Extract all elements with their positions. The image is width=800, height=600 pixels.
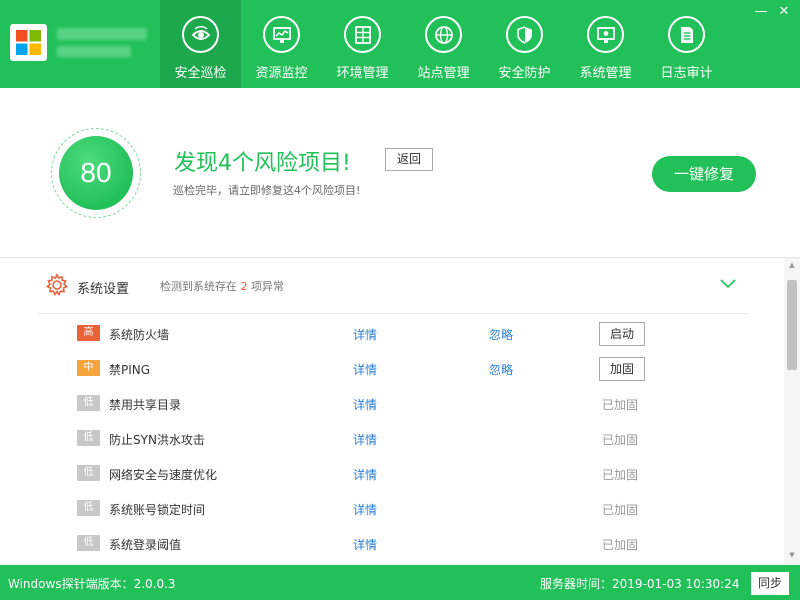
- tab-security-inspection[interactable]: 安全巡检: [160, 0, 241, 88]
- status-bar: Windows探针端版本：2.0.0.3 服务器时间：2019-01-03 10…: [0, 565, 800, 600]
- section-description: 检测到系统存在 2 项异常: [160, 278, 284, 294]
- tab-log-audit[interactable]: 日志审计: [646, 0, 727, 88]
- scroll-up-arrow-icon[interactable]: ▲: [784, 258, 800, 272]
- version-text: Windows探针端版本：2.0.0.3: [8, 577, 176, 591]
- tab-label: 安全防护: [498, 66, 551, 81]
- risk-level-badge: 低: [77, 430, 100, 446]
- item-name: 系统防火墙: [109, 328, 170, 342]
- tab-label: 安全巡检: [174, 66, 227, 81]
- app-logo: [10, 24, 47, 61]
- list-item: 低 禁用共享目录 详情 已加固: [0, 395, 780, 431]
- gear-icon: [45, 273, 69, 296]
- tab-label: 日志审计: [660, 66, 713, 81]
- server-time-text: 服务器时间：2019-01-03 10:30:24: [540, 577, 740, 591]
- tab-label: 系统管理: [579, 66, 632, 81]
- list-item: 低 系统账号锁定时间 详情 已加固: [0, 500, 780, 536]
- item-name: 禁用共享目录: [109, 398, 182, 412]
- tab-security-protection[interactable]: 安全防护: [484, 0, 565, 88]
- minimize-button[interactable]: —: [753, 4, 769, 20]
- server-rack-icon: [344, 16, 381, 53]
- status-text: 已加固: [602, 468, 639, 482]
- one-click-fix-button[interactable]: 一键修复: [652, 156, 756, 192]
- tab-label: 站点管理: [417, 66, 470, 81]
- blurred-app-subname: [57, 46, 131, 57]
- sync-button[interactable]: 同步: [751, 572, 789, 595]
- tab-label: 资源监控: [255, 66, 308, 81]
- section-divider: [38, 313, 748, 314]
- header-bar: 安全巡检 资源监控 环境管理 站点管理 安全防护 系统管理 日志审计 — ✕: [0, 0, 800, 88]
- risk-level-badge: 低: [77, 395, 100, 411]
- item-name: 网络安全与速度优化: [109, 468, 218, 482]
- ignore-link[interactable]: 忽略: [489, 326, 513, 343]
- harden-button[interactable]: 加固: [599, 357, 645, 381]
- detail-link[interactable]: 详情: [353, 326, 377, 343]
- item-name: 系统账号锁定时间: [109, 503, 206, 517]
- tab-site-management[interactable]: 站点管理: [403, 0, 484, 88]
- result-title: 发现4个风险项目!: [174, 151, 351, 176]
- scrollbar-thumb[interactable]: [787, 280, 797, 370]
- risk-level-badge: 中: [77, 360, 100, 376]
- item-name: 禁PING: [109, 363, 151, 377]
- risk-level-badge: 低: [77, 465, 100, 481]
- score-value: 80: [59, 136, 133, 210]
- status-text: 已加固: [602, 503, 639, 517]
- detail-link[interactable]: 详情: [353, 536, 377, 553]
- divider: [0, 257, 800, 258]
- detail-link[interactable]: 详情: [353, 501, 377, 518]
- vertical-scrollbar[interactable]: ▲ ▼: [784, 258, 800, 565]
- status-text: 已加固: [602, 538, 639, 552]
- detail-link[interactable]: 详情: [353, 361, 377, 378]
- back-button[interactable]: 返回: [385, 148, 433, 171]
- list-item: 中 禁PING 详情 忽略 加固: [0, 357, 780, 396]
- main-nav: 安全巡检 资源监控 环境管理 站点管理 安全防护 系统管理 日志审计: [160, 0, 727, 88]
- desc-prefix: 检测到系统存在: [160, 280, 237, 293]
- detail-link[interactable]: 详情: [353, 396, 377, 413]
- tab-environment-management[interactable]: 环境管理: [322, 0, 403, 88]
- monitor-chart-icon: [263, 16, 300, 53]
- windows-logo-icon: [16, 30, 41, 55]
- shield-icon: [506, 16, 543, 53]
- globe-icon: [425, 16, 462, 53]
- document-icon: [668, 16, 705, 53]
- detail-link[interactable]: 详情: [353, 431, 377, 448]
- scroll-down-arrow-icon[interactable]: ▼: [784, 548, 800, 562]
- issue-count: 2: [240, 280, 248, 293]
- desc-suffix: 项异常: [251, 280, 284, 293]
- list-item: 低 网络安全与速度优化 详情 已加固: [0, 465, 780, 501]
- score-ring: 80: [51, 128, 141, 218]
- list-item: 高 系统防火墙 详情 忽略 启动: [0, 322, 780, 361]
- status-text: 已加固: [602, 433, 639, 447]
- tab-label: 环境管理: [336, 66, 389, 81]
- tab-resource-monitor[interactable]: 资源监控: [241, 0, 322, 88]
- detail-link[interactable]: 详情: [353, 466, 377, 483]
- status-text: 已加固: [602, 398, 639, 412]
- section-title: 系统设置: [77, 282, 130, 297]
- result-subtitle: 巡检完毕，请立即修复这4个风险项目!: [173, 184, 361, 197]
- item-name: 系统登录阈值: [109, 538, 182, 552]
- enable-button[interactable]: 启动: [599, 322, 645, 346]
- item-name: 防止SYN洪水攻击: [109, 433, 205, 447]
- blurred-app-name: [57, 28, 147, 40]
- ignore-link[interactable]: 忽略: [489, 361, 513, 378]
- close-button[interactable]: ✕: [776, 4, 792, 20]
- risk-level-badge: 低: [77, 500, 100, 516]
- gear-monitor-icon: [587, 16, 624, 53]
- risk-level-badge: 低: [77, 535, 100, 551]
- list-item: 低 防止SYN洪水攻击 详情 已加固: [0, 430, 780, 466]
- eye-scan-icon: [182, 16, 219, 53]
- chevron-down-icon[interactable]: [719, 277, 737, 289]
- tab-system-management[interactable]: 系统管理: [565, 0, 646, 88]
- risk-level-badge: 高: [77, 325, 100, 341]
